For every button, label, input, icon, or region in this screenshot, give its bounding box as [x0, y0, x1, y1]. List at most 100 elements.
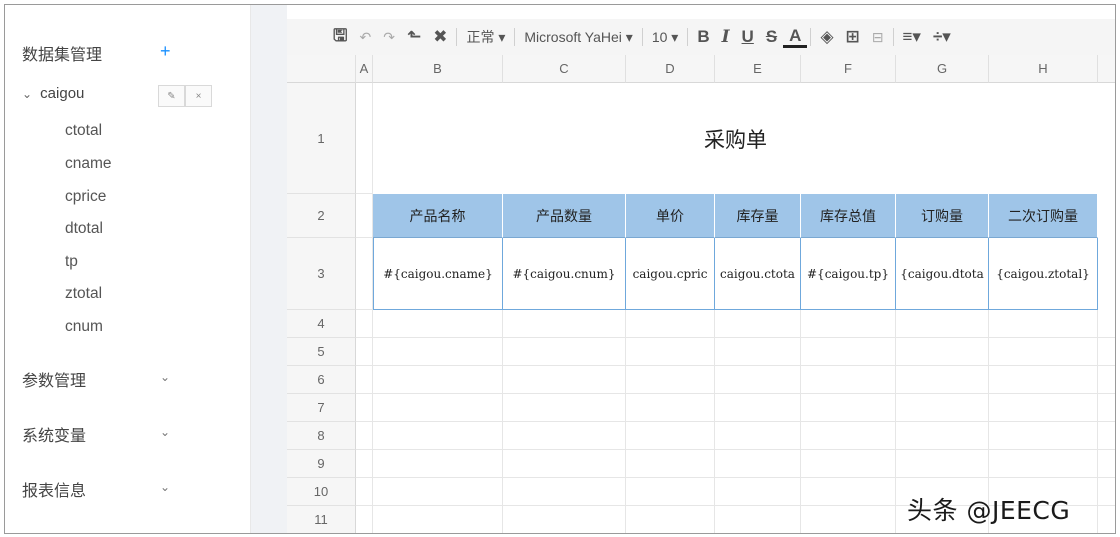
strikethrough-icon[interactable]: S	[760, 19, 783, 55]
sheet-cell[interactable]	[626, 450, 715, 478]
sheet-cell[interactable]	[715, 394, 801, 422]
sheet-cell[interactable]	[801, 450, 896, 478]
sheet-cell[interactable]	[356, 506, 373, 533]
clear-format-icon[interactable]: ✖	[427, 19, 453, 55]
fill-color-icon[interactable]: ◈	[814, 19, 839, 55]
sheet-cell[interactable]	[715, 310, 801, 338]
sheet-cell[interactable]	[503, 310, 626, 338]
row-header[interactable]: 10	[287, 478, 356, 506]
sheet-cell[interactable]	[896, 338, 989, 366]
sheet-cell[interactable]	[896, 310, 989, 338]
close-icon[interactable]: ×	[185, 85, 212, 107]
header-cell[interactable]: 库存总值	[801, 194, 896, 238]
sheet-cell[interactable]	[989, 338, 1098, 366]
select-all-corner[interactable]	[287, 55, 356, 83]
sheet-cell[interactable]	[356, 422, 373, 450]
undo-icon[interactable]: ↶	[353, 19, 377, 55]
row-header[interactable]: 6	[287, 366, 356, 394]
sheet-cell[interactable]	[373, 366, 503, 394]
sheet-cell[interactable]	[801, 422, 896, 450]
sheet-cell[interactable]	[989, 394, 1098, 422]
sheet-cell[interactable]	[503, 450, 626, 478]
sheet-cell[interactable]	[503, 422, 626, 450]
sheet-cell[interactable]	[503, 366, 626, 394]
sheet-cell[interactable]	[801, 338, 896, 366]
font-family-select[interactable]: Microsoft YaHei ▾	[518, 19, 638, 55]
report-title-cell[interactable]: 采购单	[373, 83, 1098, 194]
splitter[interactable]	[251, 5, 287, 533]
bold-icon[interactable]: B	[691, 19, 715, 55]
align-horizontal-icon[interactable]: ≡▾	[897, 19, 927, 55]
variable-cell[interactable]: #{caigou.tp}	[801, 238, 896, 310]
sheet-cell[interactable]	[503, 506, 626, 533]
chevron-down-icon[interactable]: ⌄	[160, 425, 170, 439]
sheet-cell[interactable]	[1098, 422, 1115, 450]
sheet-cell[interactable]	[896, 422, 989, 450]
row-header[interactable]: 5	[287, 338, 356, 366]
merge-cells-icon[interactable]: ⊟	[866, 19, 890, 55]
sheet-cell[interactable]	[373, 422, 503, 450]
sheet-cell[interactable]	[715, 478, 801, 506]
column-header[interactable]: H	[989, 55, 1098, 83]
sheet-cell[interactable]	[989, 310, 1098, 338]
sheet-cell[interactable]	[1098, 338, 1115, 366]
sheet-cell[interactable]	[356, 194, 373, 238]
sheet-cell[interactable]	[1098, 478, 1115, 506]
row-header[interactable]: 1	[287, 83, 356, 194]
chevron-down-icon[interactable]: ⌄	[160, 480, 170, 494]
sheet-cell[interactable]	[715, 450, 801, 478]
row-header[interactable]: 4	[287, 310, 356, 338]
sheet-cell[interactable]	[896, 394, 989, 422]
sheet-cell[interactable]	[356, 338, 373, 366]
sheet-cell[interactable]	[503, 394, 626, 422]
sheet-cell[interactable]	[801, 478, 896, 506]
sheet-cell[interactable]	[715, 338, 801, 366]
column-header[interactable]: F	[801, 55, 896, 83]
variable-cell[interactable]: caigou.cpric	[626, 238, 715, 310]
field-item[interactable]: cnum	[65, 318, 103, 336]
field-item[interactable]: cprice	[65, 188, 106, 206]
sheet-cell[interactable]	[626, 338, 715, 366]
sheet-cell[interactable]	[356, 394, 373, 422]
sheet-cell[interactable]	[1098, 366, 1115, 394]
sheet-cell[interactable]	[626, 366, 715, 394]
column-header[interactable]: G	[896, 55, 989, 83]
sheet-cell[interactable]	[1098, 310, 1115, 338]
sheet-cell[interactable]	[1098, 394, 1115, 422]
chevron-down-icon[interactable]: ⌄	[160, 370, 170, 384]
column-header[interactable]: C	[503, 55, 626, 83]
variable-cell[interactable]: {caigou.dtota	[896, 238, 989, 310]
sheet-cell[interactable]	[715, 366, 801, 394]
sheet-cell[interactable]	[356, 238, 373, 310]
sheet-cell[interactable]	[801, 366, 896, 394]
sheet-cell[interactable]	[503, 478, 626, 506]
row-header[interactable]: 2	[287, 194, 356, 238]
sheet-cell[interactable]	[626, 394, 715, 422]
sheet-cell[interactable]	[801, 506, 896, 533]
column-header[interactable]: A	[356, 55, 373, 83]
save-icon[interactable]: 🖫	[327, 19, 353, 55]
column-header[interactable]: D	[626, 55, 715, 83]
variable-cell[interactable]: caigou.ctota	[715, 238, 801, 310]
field-item[interactable]: ztotal	[65, 285, 102, 303]
sheet-cell[interactable]	[373, 338, 503, 366]
sheet-cell[interactable]	[373, 394, 503, 422]
sheet-cell[interactable]	[989, 366, 1098, 394]
sheet-cell[interactable]	[373, 478, 503, 506]
header-cell[interactable]: 单价	[626, 194, 715, 238]
sheet-cell[interactable]	[373, 506, 503, 533]
sheet-cell[interactable]	[503, 338, 626, 366]
sheet-cell[interactable]	[626, 506, 715, 533]
sheet-cell[interactable]	[373, 310, 503, 338]
font-size-select[interactable]: 10 ▾	[646, 19, 685, 55]
field-item[interactable]: ctotal	[65, 122, 102, 140]
sheet-cell[interactable]	[896, 450, 989, 478]
edit-icon[interactable]: ✎	[158, 85, 185, 107]
align-vertical-icon[interactable]: ÷▾	[927, 19, 957, 55]
underline-icon[interactable]: U	[736, 19, 760, 55]
sheet-cell[interactable]	[989, 450, 1098, 478]
section-report-info[interactable]: 报表信息	[22, 477, 86, 501]
sheet-cell[interactable]	[1098, 506, 1115, 533]
sheet-cell[interactable]	[356, 478, 373, 506]
section-parameters[interactable]: 参数管理	[22, 367, 86, 391]
